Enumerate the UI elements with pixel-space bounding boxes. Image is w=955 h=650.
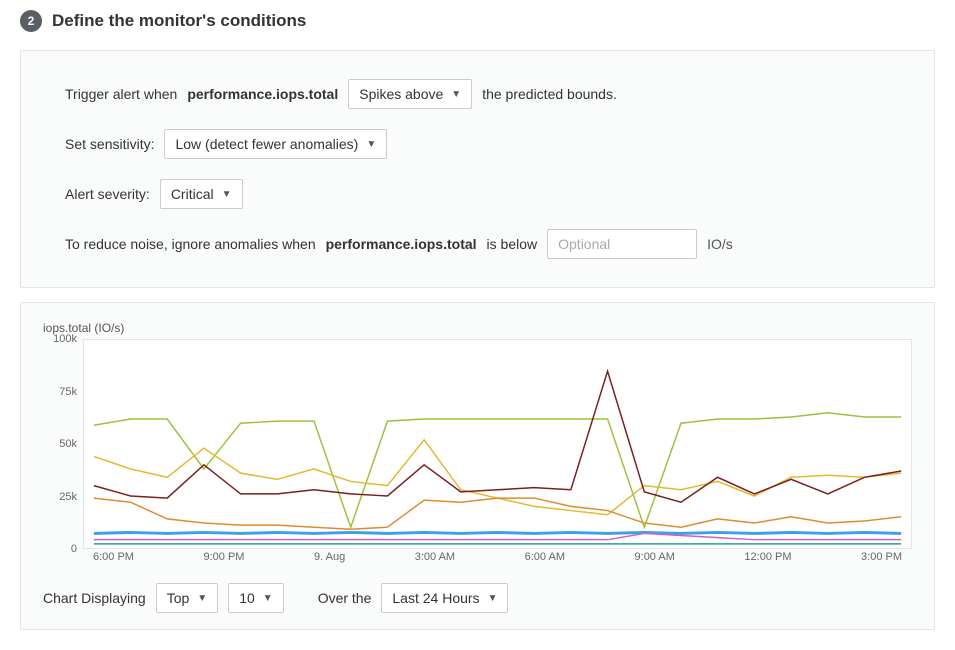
caret-down-icon: ▼ [451,89,461,100]
range-select-value: Last 24 Hours [392,590,479,606]
displaying-label: Chart Displaying [43,590,146,606]
chart-svg [84,340,911,548]
y-tick-label: 0 [71,543,77,555]
ignore-row: To reduce noise, ignore anomalies when p… [65,229,890,259]
ignore-unit: IO/s [707,236,733,252]
top-select[interactable]: Top ▼ [156,583,218,613]
caret-down-icon: ▼ [488,593,498,604]
trigger-metric: performance.iops.total [187,86,338,102]
sensitivity-select-value: Low (detect fewer anomalies) [175,136,358,152]
x-tick-label: 9:00 PM [204,551,245,563]
x-tick-label: 9:00 AM [635,551,675,563]
ignore-prefix: To reduce noise, ignore anomalies when [65,236,316,252]
y-tick-label: 25k [59,491,77,503]
x-tick-label: 3:00 PM [861,551,902,563]
over-label: Over the [318,590,372,606]
count-select-value: 10 [239,590,255,606]
caret-down-icon: ▼ [222,189,232,200]
trigger-row: Trigger alert when performance.iops.tota… [65,79,890,109]
caret-down-icon: ▼ [366,139,376,150]
section-header: 2 Define the monitor's conditions [20,10,935,32]
chart-plot-wrap: 6:00 PM 9:00 PM 9. Aug 3:00 AM 6:00 AM 9:00 A… [83,339,912,569]
chart-series-green-upper [94,413,901,527]
chart-series-orange [94,498,901,529]
chart-series-blue-band [94,532,901,533]
caret-down-icon: ▼ [263,593,273,604]
chart-y-axis: 100k75k50k25k0 [43,339,83,549]
direction-select[interactable]: Spikes above ▼ [348,79,472,109]
x-tick-label: 12:00 PM [744,551,791,563]
conditions-panel: Trigger alert when performance.iops.tota… [20,50,935,288]
sensitivity-label: Set sensitivity: [65,136,154,152]
chart-plot[interactable] [83,339,912,549]
section-title: Define the monitor's conditions [52,11,306,31]
ignore-threshold-input[interactable] [547,229,697,259]
caret-down-icon: ▼ [197,593,207,604]
x-tick-label: 6:00 AM [525,551,565,563]
chart-panel: iops.total (IO/s) 100k 75k 50k 25k 0 6:00 PM… [20,302,935,630]
severity-row: Alert severity: Critical ▼ [65,179,890,209]
x-tick-label: 3:00 AM [415,551,455,563]
chart-title: iops.total (IO/s) [43,321,912,335]
direction-select-value: Spikes above [359,86,443,102]
severity-select[interactable]: Critical ▼ [160,179,243,209]
chart-controls: Chart Displaying Top ▼ 10 ▼ Over the Las… [43,583,912,613]
top-select-value: Top [167,590,190,606]
range-select[interactable]: Last 24 Hours ▼ [381,583,508,613]
chart-area: 100k75k50k25k0 6:00 PM9:00 PM9. Aug3:00 … [43,339,912,569]
severity-select-value: Critical [171,186,214,202]
y-tick-label: 50k [59,438,77,450]
trigger-suffix: the predicted bounds. [482,86,617,102]
ignore-mid: is below [487,236,538,252]
step-number-badge: 2 [20,10,42,32]
severity-label: Alert severity: [65,186,150,202]
chart-series-yellow [94,440,901,515]
chart-x-axis: 6:00 PM 9:00 PM 9. Aug 3:00 AM 6:00 AM 9:00 A… [83,551,912,563]
ignore-metric: performance.iops.total [326,236,477,252]
y-tick-label: 75k [59,386,77,398]
x-tick-label: 6:00 PM [93,551,134,563]
sensitivity-row: Set sensitivity: Low (detect fewer anoma… [65,129,890,159]
y-tick-label: 100k [53,333,77,345]
count-select[interactable]: 10 ▼ [228,583,283,613]
chart-series-magenta-low [94,533,901,539]
x-tick-label: 9. Aug [314,551,345,563]
trigger-prefix: Trigger alert when [65,86,177,102]
sensitivity-select[interactable]: Low (detect fewer anomalies) ▼ [164,129,387,159]
